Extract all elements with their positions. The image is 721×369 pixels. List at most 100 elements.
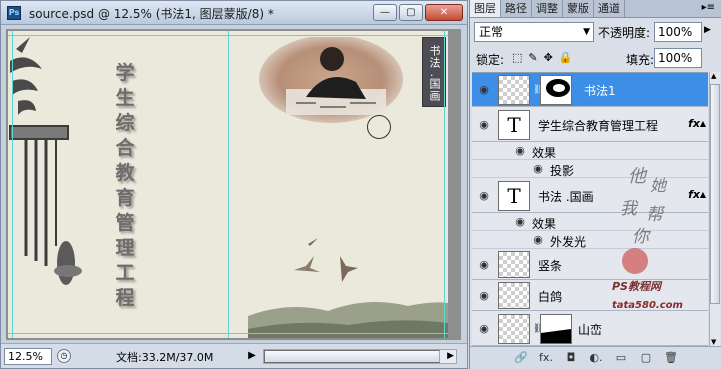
document-window: Ps source.psd @ 12.5% (书法1, 图层蒙版/8) * — … [0, 0, 468, 369]
delete-layer-icon[interactable]: 🗑 [664, 351, 678, 365]
layers-list: ◉ ⛓ 书法1 ◉ T 学生综合教育管理工程 fx ▲ ◉ 效果 ◉ 投影 ◉ … [472, 72, 708, 346]
guide-line [12, 31, 13, 338]
lock-fill-row: 锁定: ⬚ ✎ ✥ 🔒 填充: 100% [474, 48, 718, 68]
title-char: 教 [115, 162, 135, 184]
visibility-eye-icon[interactable]: ◉ [476, 322, 492, 336]
layer-name[interactable]: 书法 .国画 [538, 188, 594, 205]
fill-label: 填充: [626, 53, 655, 67]
scrollbar-thumb[interactable] [710, 84, 720, 304]
layer-thumbnail[interactable] [498, 251, 530, 278]
minimize-button[interactable]: — [373, 4, 397, 21]
add-layer-style-icon[interactable]: fx. [539, 351, 553, 365]
blend-mode-select[interactable]: 正常 ▼ [474, 22, 594, 42]
new-group-icon[interactable]: ▭ [614, 351, 628, 365]
lock-position-icon[interactable]: ✥ [544, 51, 553, 64]
layer-row[interactable]: ◉ T 学生综合教育管理工程 fx ▲ [472, 108, 708, 142]
chevron-up-icon[interactable]: ▲ [700, 190, 706, 199]
visibility-eye-icon[interactable]: ◉ [512, 215, 528, 229]
fx-icon[interactable]: fx [688, 188, 700, 201]
layer-mask-thumbnail[interactable] [540, 75, 572, 105]
text-layer-icon[interactable]: T [498, 110, 530, 140]
layer-thumbnail[interactable] [498, 75, 530, 105]
layer-name[interactable]: 学生综合教育管理工程 [538, 117, 658, 134]
chevron-up-icon[interactable]: ▲ [700, 119, 706, 128]
fx-icon[interactable]: fx [688, 117, 700, 130]
lock-transparency-icon[interactable]: ⬚ [512, 51, 522, 64]
layers-vertical-scrollbar[interactable]: ▲ ▼ [709, 72, 720, 346]
mask-shape [541, 329, 571, 343]
layer-row[interactable]: ◉ ⛓ 山峦 [472, 312, 708, 346]
effects-row[interactable]: ◉ 效果 [472, 214, 708, 231]
status-menu-icon[interactable]: ◷ [57, 349, 71, 363]
visibility-eye-icon[interactable]: ◉ [476, 289, 492, 303]
close-button[interactable]: ✕ [425, 4, 463, 21]
layer-name[interactable]: 山峦 [578, 321, 602, 338]
new-layer-icon[interactable]: ▢ [639, 351, 653, 365]
seal-text-box[interactable]: 书法 .国画 [422, 37, 446, 107]
layer-row[interactable]: ◉ ⛓ 书法1 [472, 73, 708, 107]
layer-row[interactable]: ◉ 竖条 [472, 250, 708, 280]
visibility-eye-icon[interactable]: ◉ [476, 118, 492, 132]
layer-name[interactable]: 竖条 [538, 257, 562, 274]
lock-all-icon[interactable]: 🔒 [559, 51, 573, 64]
scroll-down-icon[interactable]: ▼ [711, 338, 716, 346]
tab-layers[interactable]: 图层 [470, 0, 501, 17]
adjustment-layer-icon[interactable]: ◐. [589, 351, 603, 365]
effect-outer-glow: 外发光 [550, 235, 587, 249]
layer-mask-thumbnail[interactable] [540, 314, 572, 344]
guide-line [8, 333, 448, 334]
tab-masks[interactable]: 蒙版 [563, 0, 594, 17]
lock-icons: ⬚ ✎ ✥ 🔒 [512, 51, 573, 64]
horizontal-scrollbar[interactable]: ▶ [263, 349, 457, 364]
restore-button[interactable]: ▢ [399, 4, 423, 21]
document-titlebar[interactable]: Ps source.psd @ 12.5% (书法1, 图层蒙版/8) * — … [1, 1, 467, 25]
chevron-down-icon: ▼ [583, 27, 590, 37]
document-statusbar: 12.5% ◷ 文档:33.2M/37.0M ▶ ▶ [1, 343, 467, 368]
status-info-arrow-icon[interactable]: ▶ [246, 349, 258, 363]
visibility-eye-icon[interactable]: ◉ [512, 144, 528, 158]
layer-thumbnail[interactable] [498, 314, 530, 344]
visibility-eye-icon[interactable]: ◉ [476, 258, 492, 272]
tab-adjustments[interactable]: 调整 [532, 0, 563, 17]
effects-label: 效果 [532, 217, 557, 231]
brush-cursor [367, 115, 391, 139]
window-controls: — ▢ ✕ [373, 4, 463, 21]
layer-thumbnail[interactable] [498, 282, 530, 309]
title-char: 生 [115, 87, 135, 109]
scroll-up-icon[interactable]: ▲ [711, 72, 716, 80]
effect-row[interactable]: ◉ 外发光 [472, 232, 708, 249]
visibility-eye-icon[interactable]: ◉ [530, 233, 546, 247]
tab-paths[interactable]: 路径 [501, 0, 532, 17]
layer-name[interactable]: 白鸽 [538, 288, 562, 305]
layer-row[interactable]: ◉ 白鸽 [472, 281, 708, 311]
canvas-area[interactable]: 学 生 综 合 教 育 管 理 工 程 书法 .国画 [6, 29, 461, 340]
add-mask-icon[interactable]: ◘ [564, 351, 578, 365]
layers-panel-toolbar: 🔗 fx. ◘ ◐. ▭ ▢ 🗑 [470, 346, 721, 369]
visibility-eye-icon[interactable]: ◉ [476, 189, 492, 203]
canvas[interactable]: 学 生 综 合 教 育 管 理 工 程 书法 .国画 [8, 31, 448, 338]
visibility-eye-icon[interactable]: ◉ [530, 162, 546, 176]
visibility-eye-icon[interactable]: ◉ [476, 83, 492, 97]
layer-name[interactable]: 书法1 [584, 82, 616, 99]
layer-row[interactable]: ◉ T 书法 .国画 fx ▲ [472, 179, 708, 213]
panel-menu-icon[interactable]: ▸≡ [702, 2, 715, 13]
document-size-info: 文档:33.2M/37.0M [116, 351, 214, 364]
scrollbar-thumb[interactable] [264, 350, 440, 363]
effect-drop-shadow: 投影 [550, 164, 575, 178]
text-layer-icon[interactable]: T [498, 181, 530, 211]
link-layers-icon[interactable]: 🔗 [514, 351, 528, 365]
title-char: 工 [115, 262, 135, 284]
tab-channels[interactable]: 通道 [594, 0, 625, 17]
opacity-slider-arrow-icon[interactable]: ▶ [704, 25, 711, 35]
title-char: 理 [115, 237, 135, 259]
zoom-field[interactable]: 12.5% [4, 348, 52, 365]
lock-image-pixels-icon[interactable]: ✎ [528, 51, 537, 64]
fill-field[interactable]: 100% [654, 48, 702, 68]
layers-panel: 图层 路径 调整 蒙版 通道 ▸≡ 正常 ▼ 不透明度: 100% ▶ 锁定: … [469, 0, 721, 369]
effect-row[interactable]: ◉ 投影 [472, 161, 708, 178]
scroll-right-icon[interactable]: ▶ [447, 350, 454, 363]
effects-row[interactable]: ◉ 效果 [472, 143, 708, 160]
vertical-title-text[interactable]: 学 生 综 合 教 育 管 理 工 程 [112, 61, 138, 311]
guide-line [8, 35, 448, 36]
opacity-field[interactable]: 100% [654, 22, 702, 42]
